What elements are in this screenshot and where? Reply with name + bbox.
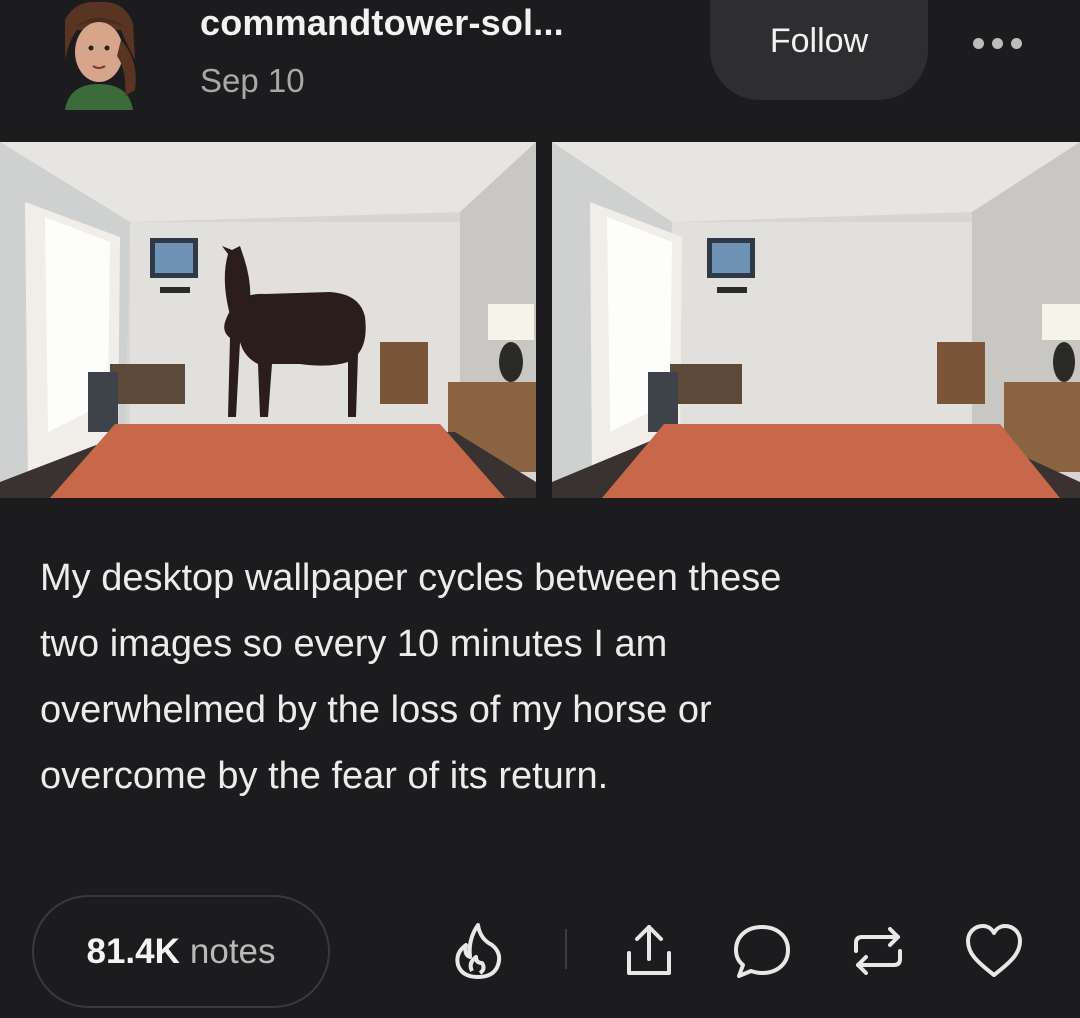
post-footer: 81.4K notes [0,895,1080,1015]
action-divider [565,929,567,969]
image-room-with-horse[interactable] [0,142,536,498]
post-header: commandtower-sol... Sep 10 Follow [0,0,1080,135]
notes-button[interactable]: 81.4K notes [32,895,330,1008]
reblog-icon[interactable] [846,919,910,983]
avatar[interactable] [55,0,143,110]
more-dots-icon[interactable] [962,28,1032,58]
follow-button[interactable]: Follow [710,0,928,100]
post-caption: My desktop wallpaper cycles between thes… [40,557,782,797]
image-room-without-horse[interactable] [552,142,1080,498]
notes-count: 81.4K [86,931,180,971]
username[interactable]: commandtower-sol... [200,2,564,44]
share-icon[interactable] [617,919,681,983]
post-date: Sep 10 [200,62,305,99]
heart-icon[interactable] [962,919,1026,983]
notes-label: notes [189,931,276,971]
flame-icon[interactable] [446,919,510,983]
comment-icon[interactable] [730,919,794,983]
post-images [0,142,1080,498]
